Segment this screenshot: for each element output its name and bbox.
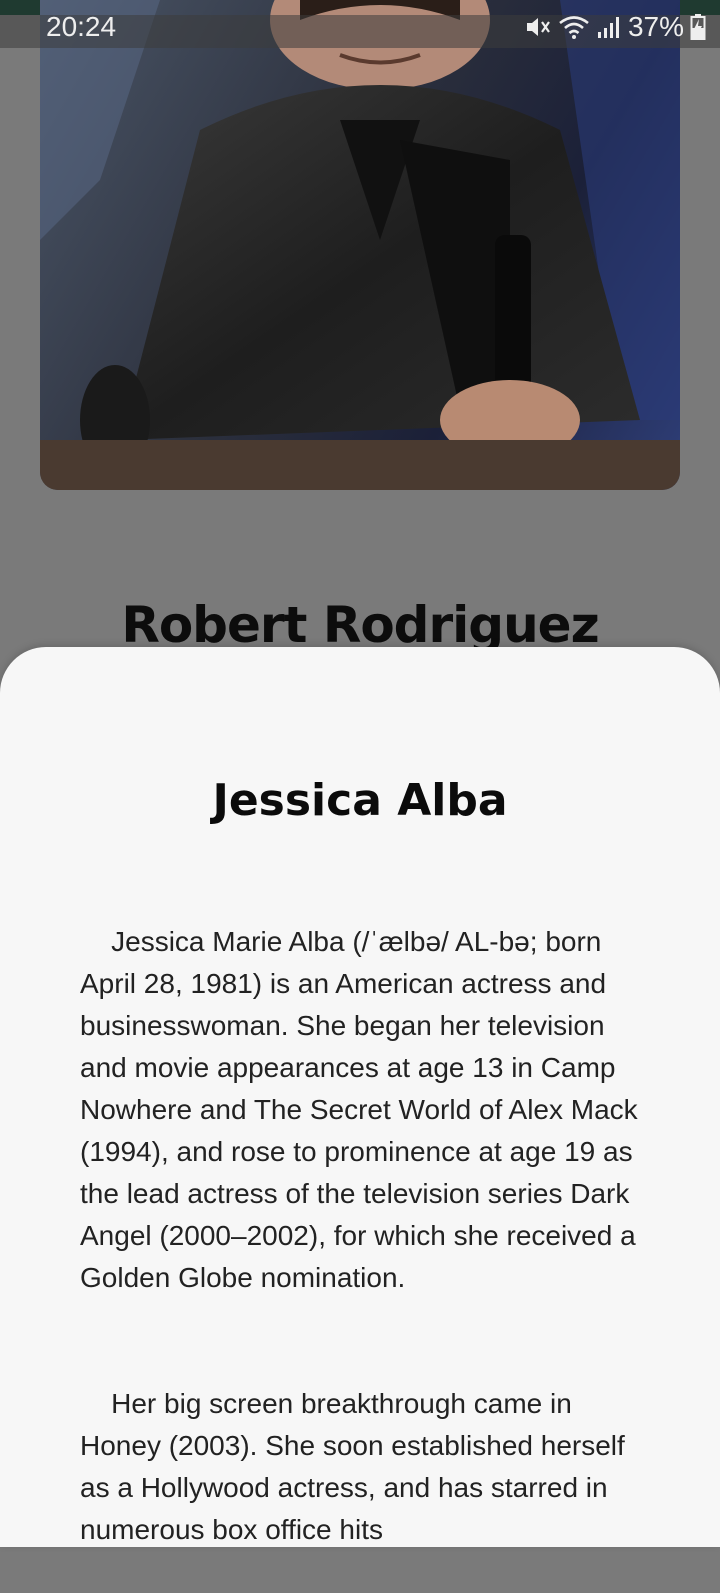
mute-icon — [524, 14, 552, 40]
profile-photo — [40, 0, 680, 490]
signal-icon — [596, 14, 622, 40]
bio-paragraph-2: Her big screen breakthrough came in Hone… — [80, 1388, 633, 1545]
status-time: 20:24 — [46, 11, 117, 42]
battery-percent: 37% — [627, 11, 684, 42]
wifi-icon — [558, 14, 590, 40]
background-person-name: Robert Rodriguez — [121, 596, 599, 654]
status-bar: 20:24 37% — [0, 11, 720, 48]
status-icons: 37% — [524, 11, 706, 43]
sheet-title: Jessica Alba — [212, 775, 508, 826]
battery-charging-icon — [690, 13, 706, 41]
person-photo-illustration — [40, 0, 680, 490]
bio-paragraph-1: Jessica Marie Alba (/ˈælbə/ AL-bə; born … — [80, 926, 646, 1293]
biography-text[interactable]: Jessica Marie Alba (/ˈælbə/ AL-bə; born … — [80, 879, 650, 1593]
bottom-sheet[interactable]: Jessica Alba Jessica Marie Alba (/ˈælbə/… — [0, 647, 720, 1547]
